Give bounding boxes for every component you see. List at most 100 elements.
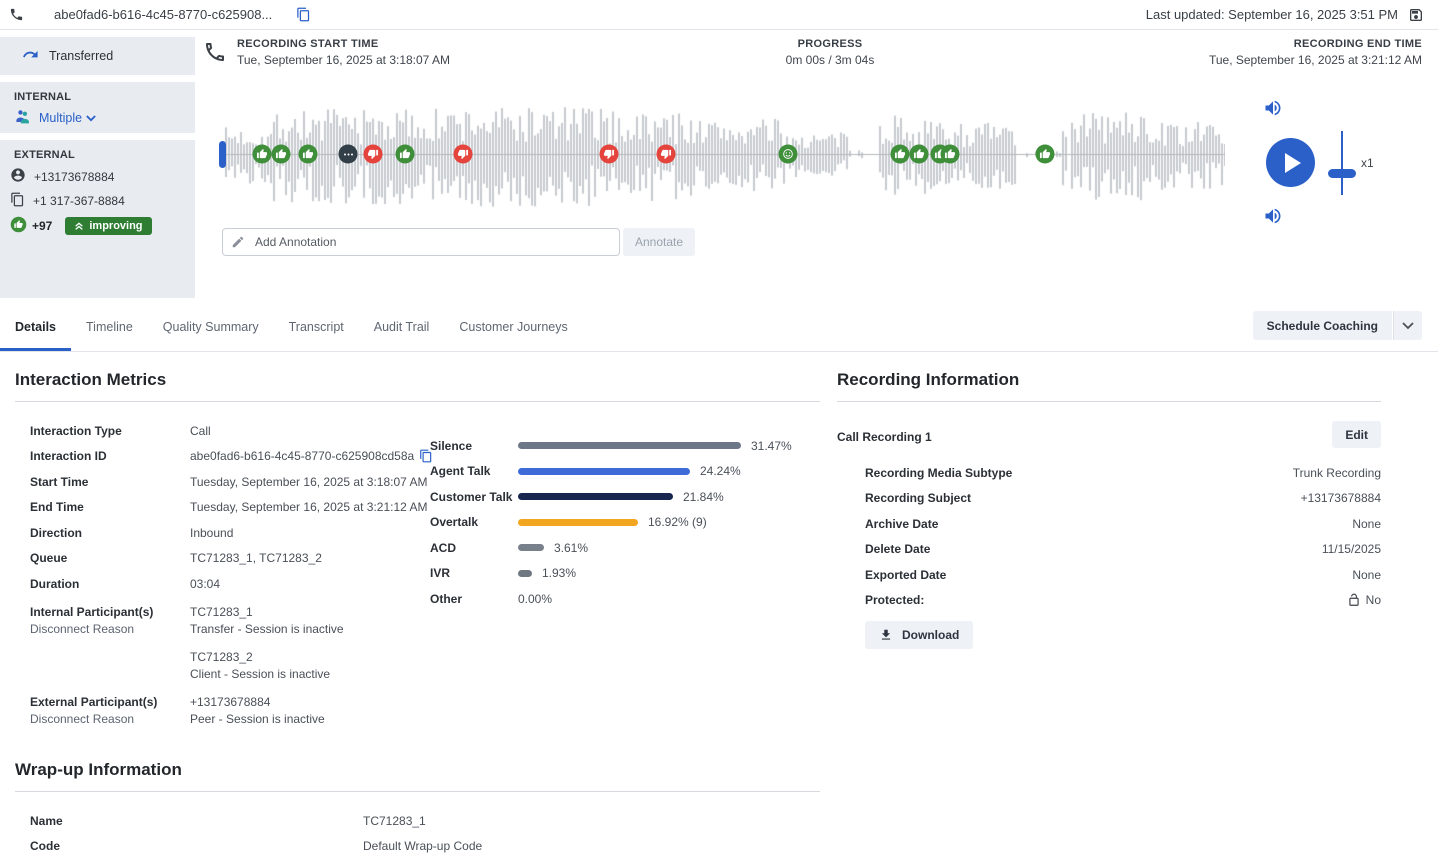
- metric-bar-row: ACD 3.61%: [430, 535, 810, 561]
- copy-id-icon[interactable]: [296, 7, 311, 22]
- schedule-coaching-dropdown[interactable]: [1393, 311, 1422, 340]
- playback-speed-label: x1: [1361, 156, 1374, 170]
- internal-heading: INTERNAL: [14, 91, 181, 103]
- metric-bar-row: Customer Talk 21.84%: [430, 484, 810, 510]
- wrapup-label: Name: [30, 814, 363, 828]
- marker-positive[interactable]: [272, 145, 291, 164]
- tab-customer-journeys[interactable]: Customer Journeys: [444, 302, 582, 351]
- protected-row: Protected: No: [865, 588, 1381, 614]
- metric-bar-row: Silence 31.47%: [430, 433, 810, 459]
- metric-bar: [518, 570, 532, 577]
- sentiment-trend-badge[interactable]: improving: [65, 217, 151, 235]
- recording-information-section: Recording Information Call Recording 1 E…: [837, 370, 1381, 649]
- annotation-input[interactable]: [222, 228, 620, 256]
- participant-reason: Peer - Session is inactive: [190, 712, 325, 726]
- marker-negative[interactable]: [600, 145, 619, 164]
- marker-negative[interactable]: [453, 145, 472, 164]
- recording-field-label: Delete Date: [865, 542, 930, 556]
- marker-smiley[interactable]: [778, 145, 797, 164]
- copy-pages-icon[interactable]: [10, 192, 25, 210]
- tab-transcript[interactable]: Transcript: [274, 302, 359, 351]
- wrapup-section: Wrap-up Information Name TC71283_1 Code …: [15, 760, 820, 859]
- recording-end-label: RECORDING END TIME: [1209, 38, 1422, 50]
- marker-positive[interactable]: [1036, 145, 1055, 164]
- recording-field-value: +13173678884: [1301, 491, 1381, 505]
- save-icon[interactable]: [1408, 7, 1424, 23]
- schedule-coaching-button[interactable]: Schedule Coaching: [1253, 311, 1392, 340]
- tab-audit-trail[interactable]: Audit Trail: [359, 302, 445, 351]
- marker-positive[interactable]: [299, 145, 318, 164]
- external-phone-formatted: +1 317-367-8884: [33, 194, 125, 208]
- wrapup-label: Code: [30, 839, 363, 853]
- call-recording-name: Call Recording 1: [837, 430, 932, 444]
- chevron-down-icon: [1402, 322, 1414, 330]
- field-label: Queue: [30, 551, 190, 565]
- volume-up-icon-secondary[interactable]: [1263, 206, 1283, 231]
- waveform[interactable]: [222, 95, 1225, 215]
- internal-multiple-link[interactable]: Multiple: [39, 111, 96, 125]
- metric-value: 21.84%: [683, 490, 724, 504]
- field-label: Duration: [30, 577, 190, 591]
- play-icon: [1285, 153, 1301, 173]
- field-value: Call: [190, 424, 211, 438]
- tab-quality-summary[interactable]: Quality Summary: [148, 302, 274, 351]
- field-value: TC71283_1, TC71283_2: [190, 551, 322, 565]
- metric-value: 31.47%: [751, 439, 792, 453]
- field-label: Start Time: [30, 475, 190, 489]
- download-button[interactable]: Download: [865, 621, 973, 649]
- chevron-down-icon: [86, 115, 96, 122]
- marker-positive[interactable]: [253, 145, 272, 164]
- player-region: Transferred INTERNAL Multiple EXTERNAL +…: [0, 30, 1438, 302]
- annotate-button[interactable]: Annotate: [623, 228, 695, 256]
- metric-bar: [518, 519, 638, 526]
- disconnect-reason-label: Disconnect Reason: [30, 712, 190, 726]
- recording-information-title: Recording Information: [837, 370, 1381, 402]
- metric-bar-row: Overtalk 16.92% (9): [430, 510, 810, 536]
- interaction-metrics-section: Interaction Metrics Interaction Type Cal…: [15, 370, 820, 740]
- recording-field-value: 11/15/2025: [1322, 542, 1381, 556]
- call-icon: [9, 7, 24, 22]
- participant-name: TC71283_1: [190, 605, 344, 619]
- marker-positive[interactable]: [910, 145, 929, 164]
- volume-up-icon[interactable]: [1263, 98, 1283, 123]
- transferred-label: Transferred: [49, 49, 113, 63]
- field-label: Interaction Type: [30, 424, 190, 438]
- progress-label: PROGRESS: [745, 38, 915, 50]
- recording-field-value: None: [1352, 517, 1381, 531]
- marker-negative[interactable]: [657, 145, 676, 164]
- wrapup-value: Default Wrap-up Code: [363, 839, 482, 853]
- recording-field-label: Recording Media Subtype: [865, 466, 1012, 480]
- play-button[interactable]: [1266, 138, 1315, 187]
- metric-bar-row: IVR 1.93%: [430, 561, 810, 587]
- metric-value: 0.00%: [518, 592, 552, 606]
- marker-positive[interactable]: [941, 145, 960, 164]
- playhead[interactable]: [219, 141, 226, 168]
- metric-label: Agent Talk: [430, 464, 518, 478]
- recording-field-value: None: [1352, 568, 1381, 582]
- metric-bar: [518, 468, 690, 475]
- metric-label: Customer Talk: [430, 490, 518, 504]
- last-updated-text: Last updated: September 16, 2025 3:51 PM: [1146, 7, 1398, 22]
- tab-bar: Details Timeline Quality Summary Transcr…: [0, 302, 1438, 352]
- protected-value: No: [1366, 593, 1381, 607]
- interaction-id-full: abe0fad6-b616-4c45-8770-c625908cd58a: [190, 449, 414, 463]
- contact-person-icon: [10, 167, 26, 186]
- marker-positive[interactable]: [395, 145, 414, 164]
- interaction-id-truncated: abe0fad6-b616-4c45-8770-c625908...: [54, 7, 272, 22]
- marker-positive[interactable]: [891, 145, 910, 164]
- edit-button[interactable]: Edit: [1332, 421, 1381, 448]
- marker-comment[interactable]: [339, 145, 358, 164]
- recording-end-value: Tue, September 16, 2025 at 3:21:12 AM: [1209, 53, 1422, 67]
- tab-details[interactable]: Details: [0, 302, 71, 351]
- progress-block: PROGRESS 0m 00s / 3m 04s: [745, 38, 915, 67]
- protected-label: Protected:: [865, 593, 924, 607]
- marker-negative[interactable]: [364, 145, 383, 164]
- lock-open-icon: [1347, 593, 1361, 607]
- external-heading: EXTERNAL: [14, 149, 181, 161]
- volume-slider[interactable]: [1341, 131, 1343, 195]
- recording-field-label: Exported Date: [865, 568, 946, 582]
- tab-timeline[interactable]: Timeline: [71, 302, 148, 351]
- participants-label: Internal Participant(s): [30, 605, 190, 619]
- volume-slider-handle[interactable]: [1328, 169, 1356, 178]
- metric-label: Silence: [430, 439, 518, 453]
